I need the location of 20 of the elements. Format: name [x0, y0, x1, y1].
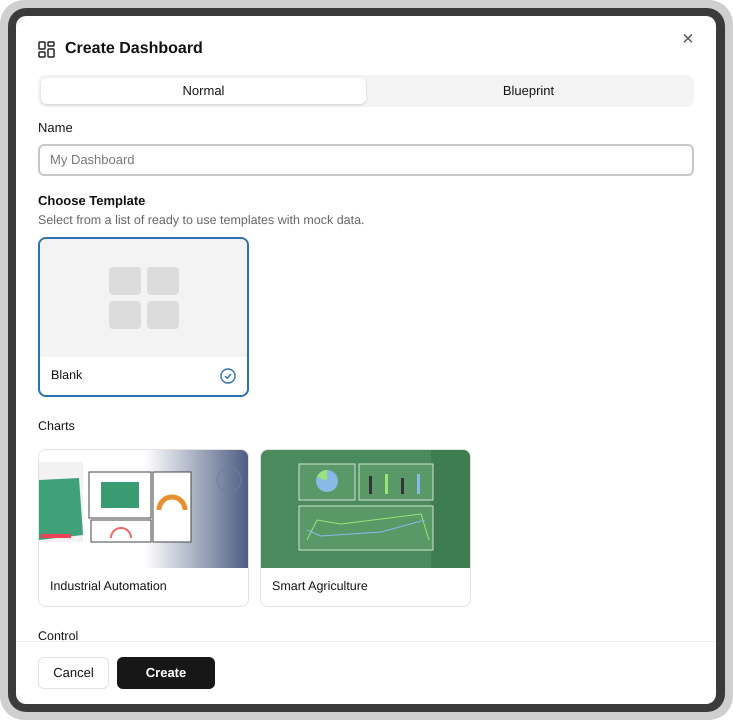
- template-name: Blank: [51, 367, 82, 384]
- section-title: Choose Template: [38, 192, 146, 210]
- section-title: Control: [38, 628, 80, 641]
- name-field[interactable]: My Dashboard: [38, 144, 694, 176]
- template-card[interactable]: Blank: [38, 236, 249, 397]
- create-button[interactable]: Create: [117, 657, 215, 689]
- check-circle-icon: [220, 368, 236, 384]
- dashboard-icon: [38, 40, 55, 58]
- cancel-button[interactable]: Cancel: [38, 657, 109, 689]
- template-card[interactable]: Smart Agriculture: [260, 448, 471, 606]
- tab[interactable]: Normal: [41, 78, 366, 104]
- template-card[interactable]: Industrial Automation: [38, 448, 249, 606]
- template-name: Smart Agriculture: [272, 578, 368, 596]
- field-label: Name: [38, 119, 74, 137]
- close-button[interactable]: ×: [676, 27, 700, 51]
- dialog-title: Create Dashboard: [65, 39, 203, 59]
- tab[interactable]: Blueprint: [366, 78, 691, 104]
- section-description: Select from a list of ready to use templates with mock data.: [38, 212, 366, 229]
- section-title: Charts: [38, 418, 76, 435]
- template-name: Industrial Automation: [50, 578, 167, 596]
